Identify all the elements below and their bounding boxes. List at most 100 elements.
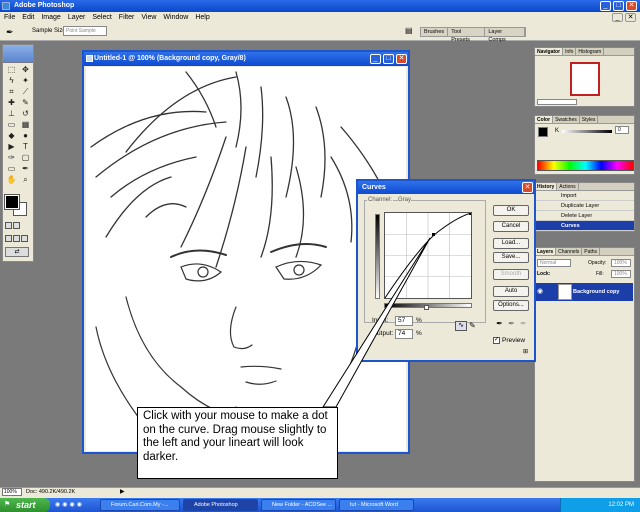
resize-icon[interactable]: ⊞	[523, 349, 531, 356]
color-k-slider[interactable]	[562, 130, 612, 133]
foreground-color-swatch[interactable]	[4, 194, 20, 210]
input-field[interactable]: 57	[395, 316, 413, 326]
doc-info[interactable]: Doc: 490.2K/490.2K	[26, 489, 75, 495]
gradient-tool-icon[interactable]: ▦	[19, 120, 32, 130]
type-tool-icon[interactable]: T	[19, 142, 32, 152]
maximize-button[interactable]: □	[613, 1, 624, 11]
zoom-tool-icon[interactable]: ⌕	[19, 175, 32, 185]
screen-mode-full-icon[interactable]	[13, 235, 20, 242]
auto-button[interactable]: Auto	[493, 286, 529, 297]
blend-mode-select[interactable]: Normal	[537, 259, 571, 267]
tab-history[interactable]: History	[535, 183, 558, 190]
menu-layer[interactable]: Layer	[68, 12, 86, 23]
graph-zoom-icon[interactable]	[424, 305, 429, 310]
ok-button[interactable]: OK	[493, 205, 529, 216]
navigator-zoom-field[interactable]	[537, 99, 577, 105]
tab-actions[interactable]: Actions	[557, 183, 579, 190]
notes-tool-icon[interactable]: ▭	[5, 164, 18, 174]
black-eyedropper-icon[interactable]: ✒	[495, 319, 504, 329]
eraser-tool-icon[interactable]: ▭	[5, 120, 18, 130]
screen-mode-full-black-icon[interactable]	[21, 235, 28, 242]
tab-histogram[interactable]: Histogram	[576, 48, 605, 55]
move-tool-icon[interactable]: ✥	[19, 65, 32, 75]
opacity-field[interactable]: 100%	[611, 259, 631, 267]
menu-help[interactable]: Help	[195, 12, 209, 23]
brush-tool-icon[interactable]: ✎	[19, 98, 32, 108]
standard-mode-icon[interactable]	[5, 222, 12, 229]
cancel-button[interactable]: Cancel	[493, 221, 529, 232]
clock[interactable]: 12:02 PM	[608, 502, 634, 508]
curves-close-button[interactable]: ✕	[522, 182, 533, 193]
imageready-button[interactable]: ⇄	[5, 247, 29, 257]
eye-icon[interactable]: ◉	[537, 288, 545, 296]
blur-tool-icon[interactable]: ◆	[5, 131, 18, 141]
pencil-mode-icon[interactable]: ✎	[469, 321, 479, 331]
doc-win-minimize-button[interactable]: _	[370, 54, 381, 64]
tab-paths[interactable]: Paths	[582, 248, 601, 255]
history-item[interactable]: Duplicate Layer	[535, 201, 634, 211]
save-button[interactable]: Save...	[493, 252, 529, 263]
navigator-thumbnail[interactable]	[570, 62, 600, 96]
preview-checkbox[interactable]: ✓	[493, 337, 500, 344]
options-button[interactable]: Options...	[493, 300, 529, 311]
smooth-button[interactable]: Smooth	[493, 269, 529, 280]
well-tab-layer-comps[interactable]: Layer Comps	[485, 28, 525, 43]
lasso-tool-icon[interactable]: ϟ	[5, 76, 18, 86]
crop-tool-icon[interactable]: ⌗	[5, 87, 18, 97]
zoom-field[interactable]: 100%	[2, 488, 22, 496]
file-browser-icon[interactable]: ▤	[405, 26, 415, 36]
menu-view[interactable]: View	[141, 12, 156, 23]
quick-launch-icons[interactable]: ◉◉◉◉	[55, 501, 95, 510]
curve-mode-icon[interactable]: ∿	[455, 321, 467, 331]
doc-close-button[interactable]: ✕	[625, 13, 636, 22]
tab-info[interactable]: Info	[563, 48, 577, 55]
doc-minimize-button[interactable]: _	[612, 13, 623, 22]
menu-edit[interactable]: Edit	[22, 12, 34, 23]
task-forum[interactable]: Forum.Cari.Com.My -...	[100, 499, 180, 511]
eyedropper-tool-icon[interactable]: ✒	[6, 27, 18, 37]
history-item-selected[interactable]: Curves	[535, 221, 634, 231]
color-ramp[interactable]	[537, 160, 634, 171]
menu-file[interactable]: File	[4, 12, 15, 23]
tab-color[interactable]: Color	[535, 116, 554, 123]
tab-navigator[interactable]: Navigator	[535, 48, 564, 55]
menu-select[interactable]: Select	[92, 12, 111, 23]
fill-field[interactable]: 100%	[611, 270, 631, 278]
menu-window[interactable]: Window	[163, 12, 188, 23]
pen-tool-icon[interactable]: ✑	[5, 153, 18, 163]
tab-channels[interactable]: Channels	[556, 248, 583, 255]
close-button[interactable]: ✕	[626, 1, 637, 11]
slice-tool-icon[interactable]: ⟋	[19, 87, 32, 97]
tab-styles[interactable]: Styles	[580, 116, 599, 123]
screen-mode-standard-icon[interactable]	[5, 235, 12, 242]
menu-filter[interactable]: Filter	[119, 12, 135, 23]
sample-size-select[interactable]: Point Sample	[63, 26, 107, 36]
well-tab-brushes[interactable]: Brushes	[421, 28, 449, 36]
layer-row-selected[interactable]: Background copy	[535, 283, 633, 301]
white-eyedropper-icon[interactable]: ✒	[519, 319, 528, 329]
menu-image[interactable]: Image	[41, 12, 60, 23]
tab-layers[interactable]: Layers	[535, 248, 557, 255]
curve-graph[interactable]	[384, 212, 472, 299]
history-brush-tool-icon[interactable]: ↺	[19, 109, 32, 119]
load-button[interactable]: Load...	[493, 238, 529, 249]
magic-wand-tool-icon[interactable]: ✦	[19, 76, 32, 86]
stamp-tool-icon[interactable]: ⊥	[5, 109, 18, 119]
gray-eyedropper-icon[interactable]: ✒	[507, 319, 516, 329]
quick-mask-icon[interactable]	[13, 222, 20, 229]
doc-win-maximize-button[interactable]: □	[383, 54, 394, 64]
color-k-value[interactable]: 0	[615, 126, 629, 134]
eyedropper-tool-icon-box[interactable]: ✒	[19, 164, 32, 174]
dodge-tool-icon[interactable]: ●	[19, 131, 32, 141]
status-menu-arrow-icon[interactable]: ▶	[120, 488, 125, 495]
channel-value[interactable]: Gray	[398, 197, 412, 203]
color-fg-swatch[interactable]	[538, 127, 548, 137]
path-select-tool-icon[interactable]: ▶	[5, 142, 18, 152]
task-photoshop[interactable]: Adobe Photoshop	[183, 499, 258, 511]
output-field[interactable]: 74	[395, 329, 413, 339]
task-acdsee[interactable]: New Folder - ACDSee ...	[261, 499, 336, 511]
shape-tool-icon[interactable]: ▢	[19, 153, 32, 163]
doc-win-close-button[interactable]: ✕	[396, 54, 407, 64]
minimize-button[interactable]: _	[600, 1, 611, 11]
history-item[interactable]: Delete Layer	[535, 211, 634, 221]
